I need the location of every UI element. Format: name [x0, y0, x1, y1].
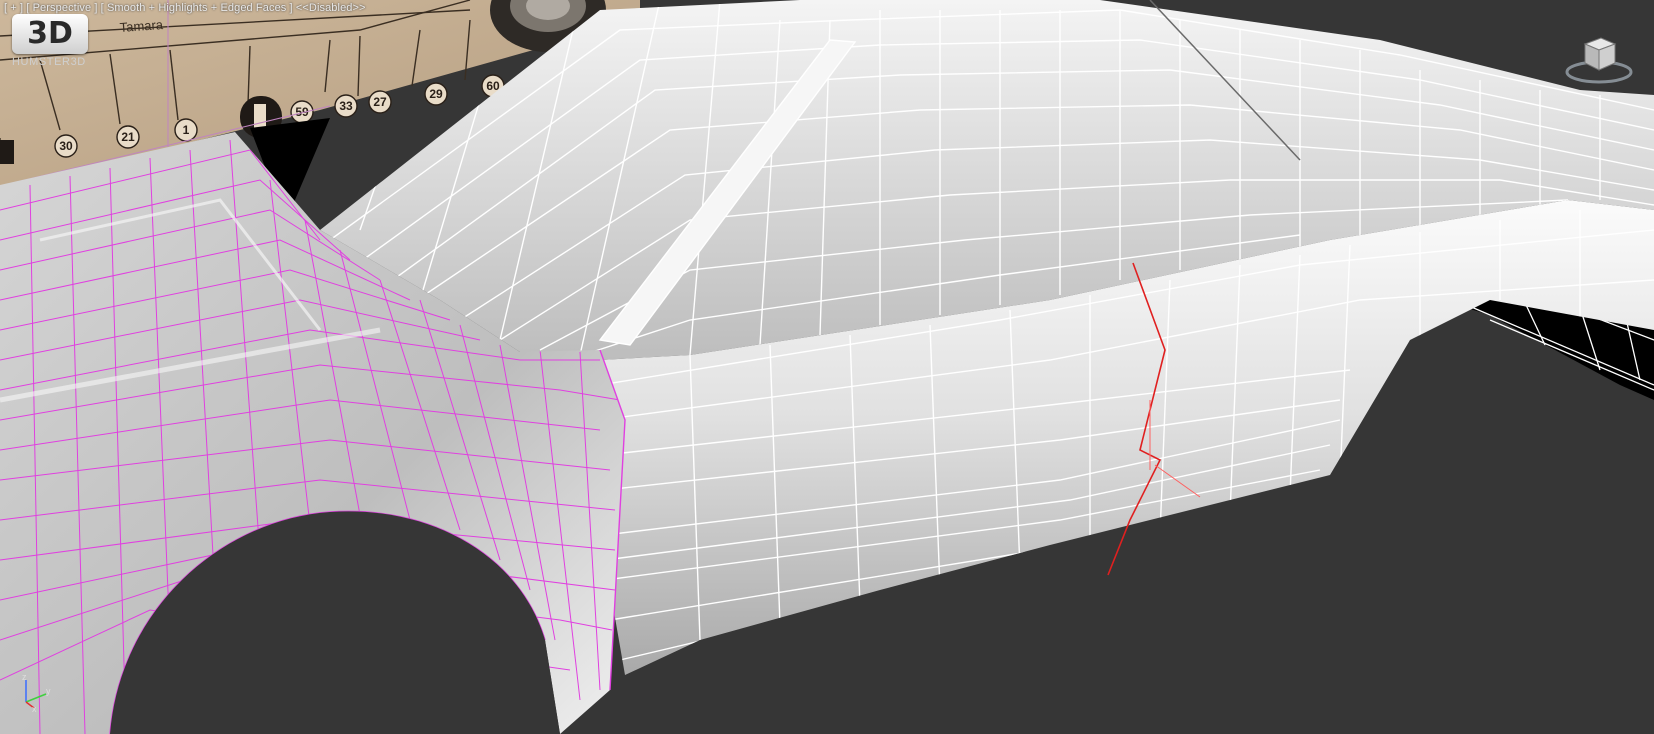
blueprint-callout: 30: [59, 139, 73, 153]
scene-canvas[interactable]: 30 21 1 59 33 27 29 60 Tamara: [0, 0, 1654, 734]
blueprint-callout: 1: [183, 123, 190, 137]
blueprint-callout: 21: [121, 130, 135, 144]
viewport-status: <<Disabled>>: [295, 2, 366, 14]
blueprint-callout: 29: [429, 87, 443, 101]
viewport-label[interactable]: [ + ] [ Perspective ] [ Smooth + Highlig…: [4, 2, 366, 14]
view-mode-button[interactable]: [ Perspective ]: [26, 2, 97, 14]
axis-gizmo-icon: z y x: [22, 672, 51, 712]
logo-badge: 3D: [12, 14, 88, 54]
logo-brand: HUMSTER3D: [12, 56, 86, 68]
humster3d-logo: 3D HUMSTER3D: [12, 14, 90, 70]
shading-mode-button[interactable]: [ Smooth + Highlights + Edged Faces ]: [101, 2, 293, 14]
viewcube-icon[interactable]: [1563, 30, 1635, 90]
3d-viewport[interactable]: 30 21 1 59 33 27 29 60 Tamara [+] [Pe…: [0, 0, 1654, 734]
blueprint-callout: 33: [339, 99, 353, 113]
blueprint-callout: 27: [373, 95, 387, 109]
viewport-menu-button[interactable]: [ + ]: [4, 2, 23, 14]
axis-y-label: y: [46, 686, 51, 696]
axis-z-label: z: [22, 672, 27, 682]
blueprint-plate-text: Tamara: [119, 17, 164, 35]
axis-x-label: x: [32, 704, 37, 712]
